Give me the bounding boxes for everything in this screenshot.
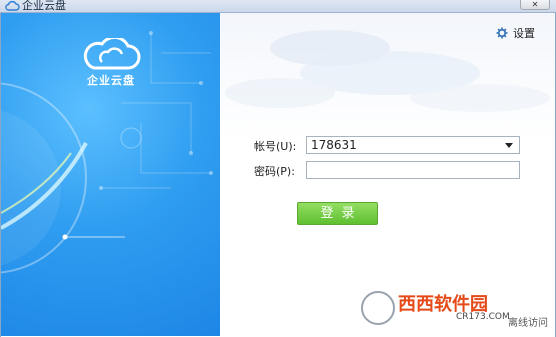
offline-access-text: 离线访问 [508, 318, 548, 329]
brand-name: 企业云盘 [87, 74, 135, 87]
password-label: 密码(P): [254, 165, 295, 178]
settings-label: 设置 [513, 27, 535, 40]
gear-icon [496, 27, 508, 39]
window-title: 企业云盘 [22, 0, 66, 12]
close-button[interactable]: ✕ [520, 0, 550, 10]
title-bar: 企业云盘 ✕ [0, 0, 556, 13]
cloud-logo-icon [5, 0, 20, 11]
settings-button[interactable]: 设置 [496, 25, 535, 41]
login-button[interactable]: 登录 [297, 202, 378, 225]
watermark-url: CR173.COM [456, 312, 510, 322]
account-label: 帐号(U): [254, 140, 297, 153]
chevron-down-icon[interactable] [505, 143, 513, 148]
watermark: 西西软件园 CR173.COM 离线访问 [358, 286, 552, 332]
brand-cloud-logo-icon [83, 38, 141, 70]
account-value: 178631 [311, 138, 357, 152]
brand-panel: 企业云盘 [1, 13, 220, 336]
password-field[interactable] [306, 161, 520, 179]
watermark-logo-icon [359, 289, 397, 327]
account-dropdown[interactable]: 178631 [306, 136, 520, 154]
